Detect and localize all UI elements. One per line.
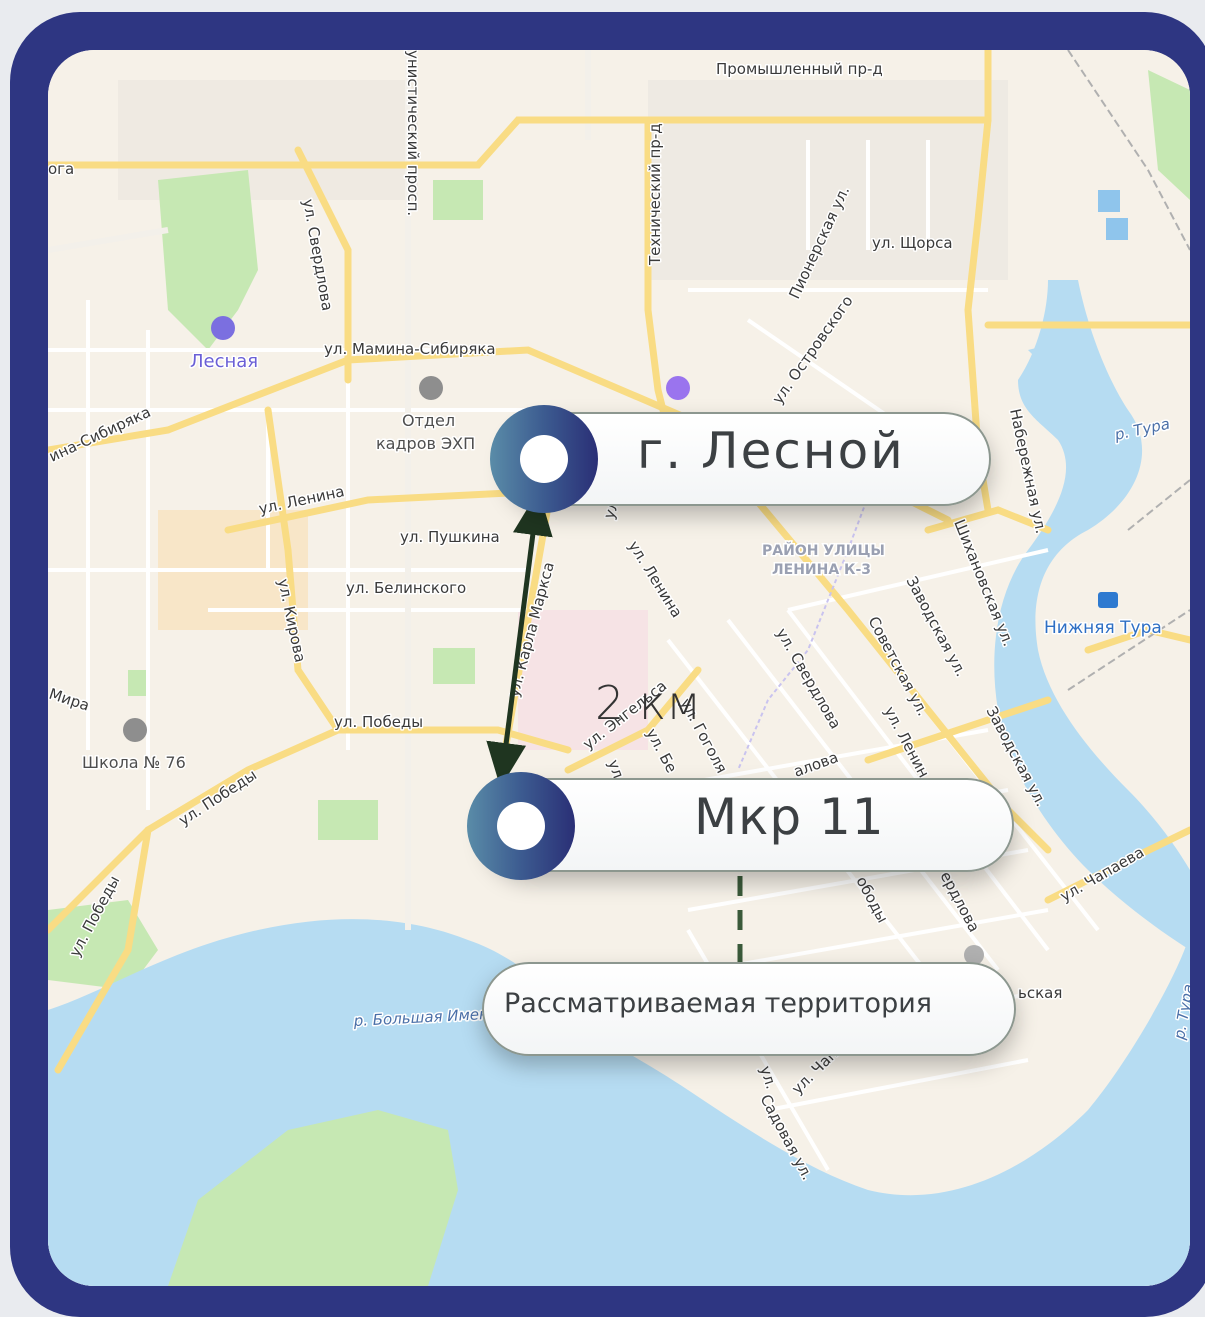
marker-lesnoy-label: г. Лесной <box>637 422 905 480</box>
poi-label: Отдел <box>402 411 455 430</box>
street-label: ога <box>48 160 74 178</box>
location-pin-icon[interactable] <box>490 405 598 513</box>
poi-label: кадров ЭХП <box>376 434 475 453</box>
industrial-area <box>648 80 1008 280</box>
park-area <box>433 180 483 220</box>
hotel-icon[interactable] <box>211 316 235 340</box>
map-view[interactable]: Промышленный пр-д ога унистический просп… <box>48 50 1190 1286</box>
district-label: ЛЕНИНА К-3 <box>772 562 871 578</box>
street-label: ул. Щорса <box>872 234 953 252</box>
pin-dot <box>497 802 545 850</box>
marker-territory[interactable]: Рассматриваемая территория <box>482 962 1016 1056</box>
map-canvas: Промышленный пр-д ога унистический просп… <box>48 50 1190 1286</box>
school-icon[interactable] <box>123 718 147 742</box>
street-label: Промышленный пр-д <box>716 60 883 78</box>
marker-territory-label: Рассматриваемая территория <box>504 988 932 1019</box>
street-label: ул. Пушкина <box>400 528 500 546</box>
street-label: Технический пр-д <box>646 123 664 266</box>
train-station-icon[interactable] <box>1098 592 1118 608</box>
street-label: ул. Победы <box>334 713 423 731</box>
street-label: ьская <box>1018 984 1062 1002</box>
marker-mkr11-label: Мкр 11 <box>694 788 885 846</box>
poi-label: Лесная <box>190 351 258 372</box>
street-label: унистический просп. <box>404 50 422 216</box>
water-tank <box>1098 190 1120 212</box>
flag-icon[interactable] <box>419 376 443 400</box>
park-area <box>318 800 378 840</box>
pin-dot <box>520 435 568 483</box>
poi-label: Школа № 76 <box>82 753 186 772</box>
distance-label: 2 км <box>595 676 701 730</box>
poi-label: Нижняя Тура <box>1044 618 1162 638</box>
water-tank <box>1106 218 1128 240</box>
park-area <box>433 648 475 684</box>
district-label: РАЙОН УЛИЦЫ <box>762 542 885 559</box>
street-label: ул. Белинского <box>346 579 466 597</box>
fuel-icon[interactable] <box>666 376 690 400</box>
location-pin-icon[interactable] <box>467 772 575 880</box>
street-label: ул. Мамина-Сибиряка <box>324 340 496 358</box>
